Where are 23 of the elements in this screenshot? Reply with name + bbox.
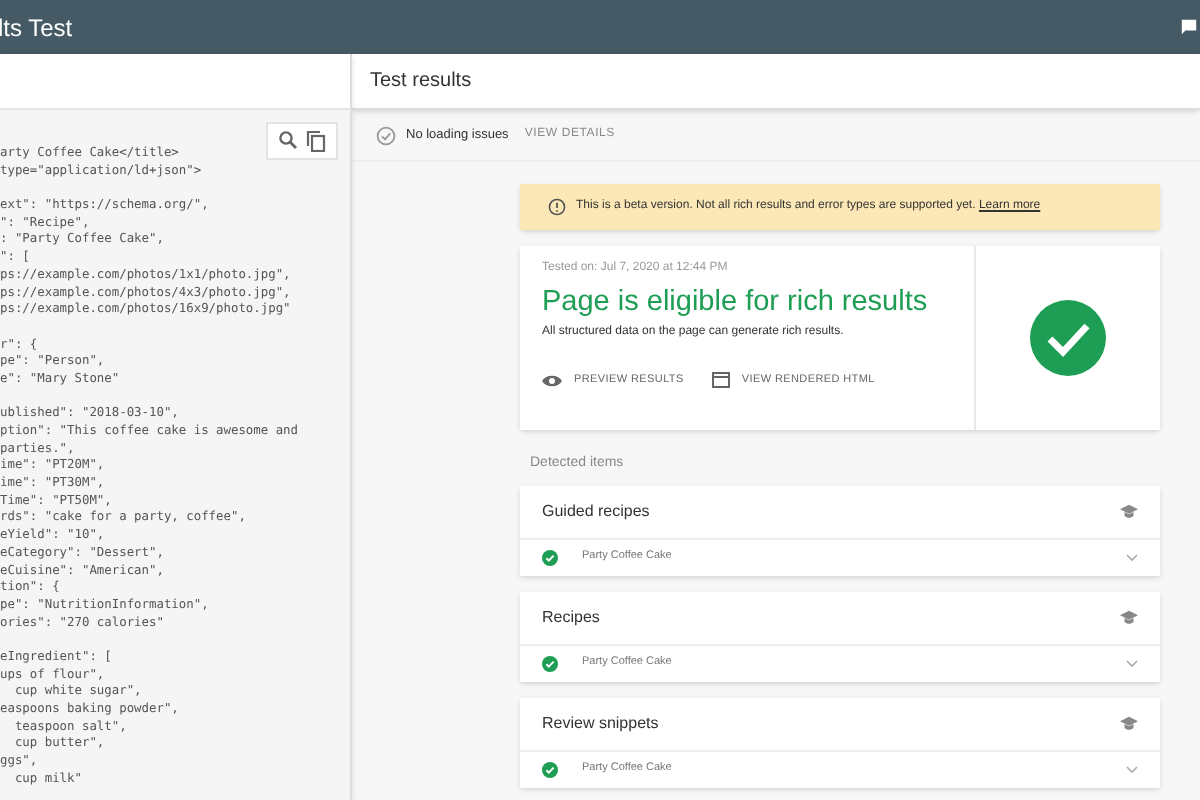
graduation-cap-icon[interactable] <box>1120 503 1138 519</box>
graduation-cap-icon[interactable] <box>1120 609 1138 625</box>
check-circle-icon <box>542 655 558 671</box>
browser-window-icon <box>711 372 730 389</box>
chevron-down-icon[interactable] <box>1126 765 1138 773</box>
item-type-title: Recipes <box>542 605 600 629</box>
copy-icon[interactable] <box>306 130 326 152</box>
graduation-cap-icon[interactable] <box>1120 715 1138 731</box>
chevron-down-icon[interactable] <box>1126 659 1138 667</box>
feedback-icon[interactable] <box>1180 18 1198 36</box>
eye-icon <box>542 373 562 388</box>
chevron-down-icon[interactable] <box>1126 553 1138 561</box>
check-circle-icon <box>376 125 396 145</box>
check-circle-icon <box>542 549 558 565</box>
success-check-icon <box>1030 300 1106 376</box>
search-icon[interactable] <box>278 130 298 150</box>
results-title: Test results <box>370 68 472 96</box>
item-type-title: Guided recipes <box>542 499 650 523</box>
eligibility-headline: Page is eligible for rich results <box>542 284 930 320</box>
info-icon <box>548 198 566 216</box>
check-circle-icon <box>542 761 558 777</box>
app-title: lts Test <box>0 11 73 45</box>
item-type-title: Review snippets <box>542 711 659 735</box>
